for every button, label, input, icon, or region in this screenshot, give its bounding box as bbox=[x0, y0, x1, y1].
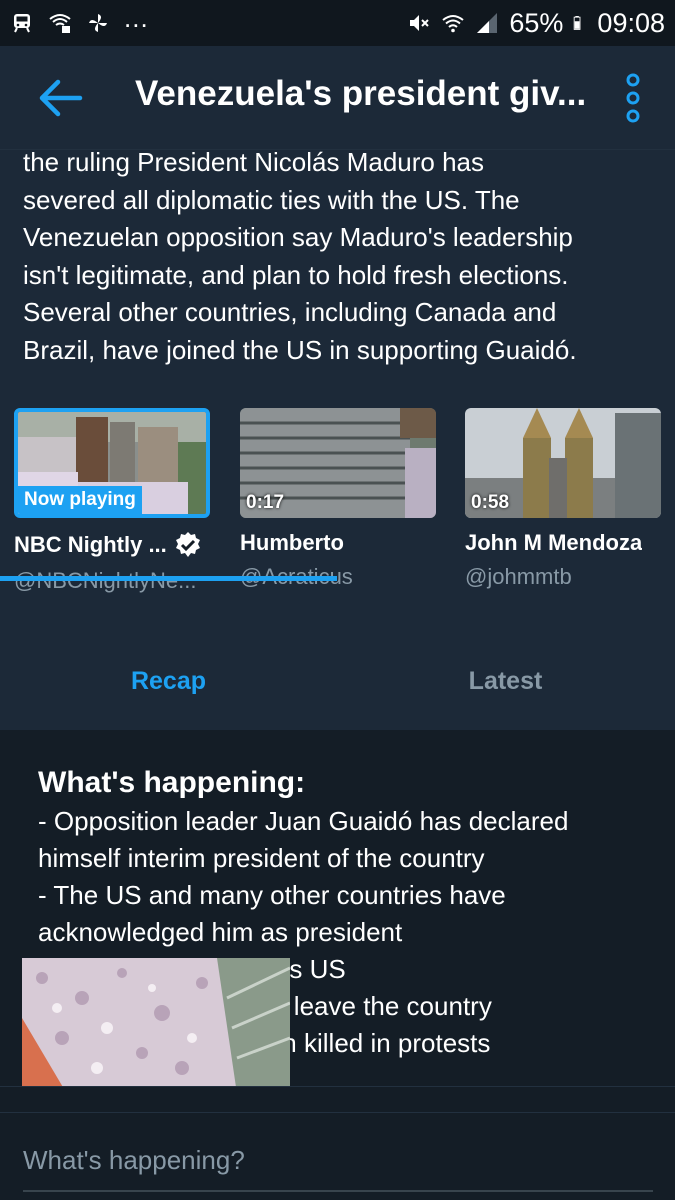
tab-latest[interactable]: Latest bbox=[337, 636, 674, 726]
author-name-text: NBC Nightly ... bbox=[14, 532, 167, 557]
recap-line: - The US and many other countries have bbox=[38, 880, 506, 910]
video-author-handle: @NBCNightlyNe... bbox=[14, 568, 210, 594]
summary-line: Venezuelan opposition say Maduro's leade… bbox=[23, 222, 573, 252]
video-thumbnail[interactable]: Now playing bbox=[14, 408, 210, 518]
video-duration: 0:17 bbox=[246, 492, 285, 513]
verified-badge-icon bbox=[175, 532, 200, 557]
video-author-name: NBC Nightly ... bbox=[14, 530, 210, 560]
summary-paragraph: the ruling President Nicolás Maduro has … bbox=[23, 150, 663, 369]
clock: 09:08 bbox=[597, 7, 665, 38]
video-author-name: John M Mendoza bbox=[465, 530, 661, 556]
summary-line: the ruling President Nicolás Maduro has bbox=[23, 150, 485, 177]
recap-line: - Opposition leader Juan Guaidó has decl… bbox=[38, 806, 569, 836]
moment-content: the ruling President Nicolás Maduro has … bbox=[0, 150, 675, 730]
summary-line: severed all diplomatic ties with the US.… bbox=[23, 184, 520, 215]
mini-video-player[interactable] bbox=[22, 958, 290, 1094]
input-underline bbox=[23, 1190, 653, 1192]
recap-line: himself interim president of the country bbox=[38, 843, 485, 873]
video-card-humberto[interactable]: 0:17 Humberto @Acraticus bbox=[240, 408, 436, 590]
video-thumbnail[interactable]: 0:58 bbox=[465, 408, 661, 518]
author-name-text: John M Mendoza bbox=[465, 530, 643, 555]
wifi-icon bbox=[442, 15, 464, 33]
video-card-nbc[interactable]: Now playing NBC Nightly ... @NBCNightlyN… bbox=[14, 408, 210, 594]
battery-percent: 65% bbox=[509, 7, 564, 38]
recap-line: acknowledged him as president bbox=[38, 917, 403, 947]
video-thumbnail[interactable]: 0:17 bbox=[240, 408, 436, 518]
now-playing-badge: Now playing bbox=[18, 486, 142, 514]
video-carousel: Now playing NBC Nightly ... @NBCNightlyN… bbox=[14, 408, 675, 598]
more-notifications-text: ... bbox=[124, 2, 149, 33]
compose-input[interactable] bbox=[23, 1137, 653, 1183]
recap-heading: What's happening: bbox=[38, 766, 306, 799]
overflow-menu-icon[interactable] bbox=[618, 72, 648, 124]
author-name-text: Humberto bbox=[240, 530, 344, 555]
train-icon bbox=[14, 14, 30, 33]
wifi-lock-icon bbox=[49, 14, 71, 33]
crowd-aerial-image bbox=[22, 958, 290, 1094]
signal-icon bbox=[477, 13, 498, 33]
page-title: Venezuela's president giv... bbox=[135, 74, 587, 113]
video-duration: 0:58 bbox=[471, 492, 510, 513]
compose-bar bbox=[0, 1086, 675, 1200]
divider bbox=[0, 1112, 675, 1113]
summary-line: Several other countries, including Canad… bbox=[23, 297, 557, 327]
mute-icon bbox=[410, 15, 430, 31]
active-tab-indicator bbox=[0, 576, 337, 581]
pinwheel-icon bbox=[89, 14, 107, 32]
back-arrow-icon[interactable] bbox=[36, 76, 84, 120]
summary-line: Brazil, have joined the US in supporting… bbox=[23, 334, 577, 365]
summary-line: isn't legitimate, and plan to hold fresh… bbox=[23, 259, 569, 290]
battery-icon bbox=[574, 16, 581, 30]
video-author-name: Humberto bbox=[240, 530, 436, 556]
tab-bar: Recap Latest bbox=[0, 636, 675, 730]
tab-recap[interactable]: Recap bbox=[0, 636, 337, 726]
status-bar: ... 65% 09:08 bbox=[0, 0, 675, 46]
video-author-handle: @johmmtb bbox=[465, 564, 572, 589]
top-app-bar: Venezuela's president giv... bbox=[0, 46, 675, 150]
video-card-john[interactable]: 0:58 John M Mendoza @johmmtb bbox=[465, 408, 661, 590]
